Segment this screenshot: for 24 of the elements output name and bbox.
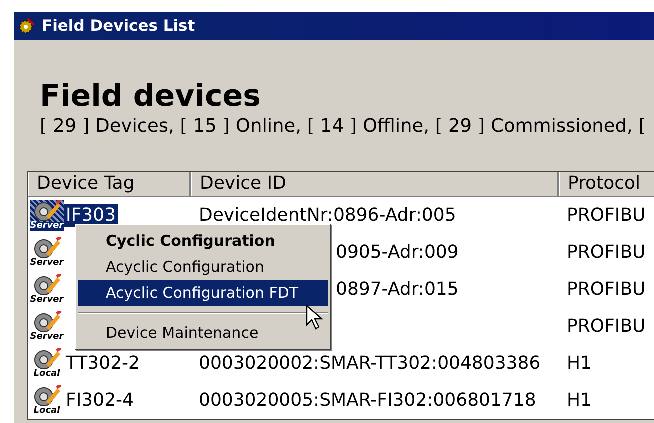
page-heading: Field devices [40, 80, 262, 114]
menu-item[interactable]: Cyclic Configuration [78, 228, 328, 254]
device-tag[interactable]: IF303 [64, 204, 118, 227]
gear-icon [18, 17, 36, 35]
protocol-cell: PROFIBU [567, 279, 646, 300]
device-id: 0897-Adr:015 [336, 279, 459, 300]
protocol-cell: PROFIBU [567, 205, 646, 226]
device-id: 0003020005:SMAR-FI302:006801718 [199, 390, 536, 411]
protocol-cell: H1 [567, 390, 592, 411]
device-tag[interactable]: TT302-2 [64, 352, 142, 375]
device-id: DeviceIdentNr:0896-Adr:005 [199, 205, 456, 226]
menu-item[interactable]: Acyclic Configuration FDT [78, 280, 328, 306]
protocol-cell: PROFIBU [567, 316, 646, 337]
cursor-icon [306, 305, 324, 331]
protocol-cell: H1 [567, 353, 592, 374]
device-id: 0905-Adr:009 [336, 242, 459, 263]
device-id: 0003020002:SMAR-TT302:004803386 [199, 353, 541, 374]
device-tag[interactable]: FI302-4 [64, 389, 136, 412]
window-title: Field Devices List [42, 17, 196, 35]
device-summary: [ 29 ] Devices, [ 15 ] Online, [ 14 ] Offline, [ 29 ] Commissioned, [ [40, 116, 648, 138]
menu-item[interactable]: Device Maintenance [78, 320, 328, 346]
device-icon: Server [30, 200, 64, 231]
protocol-cell: PROFIBU [567, 242, 646, 263]
menu-item[interactable]: Acyclic Configuration [78, 254, 328, 280]
